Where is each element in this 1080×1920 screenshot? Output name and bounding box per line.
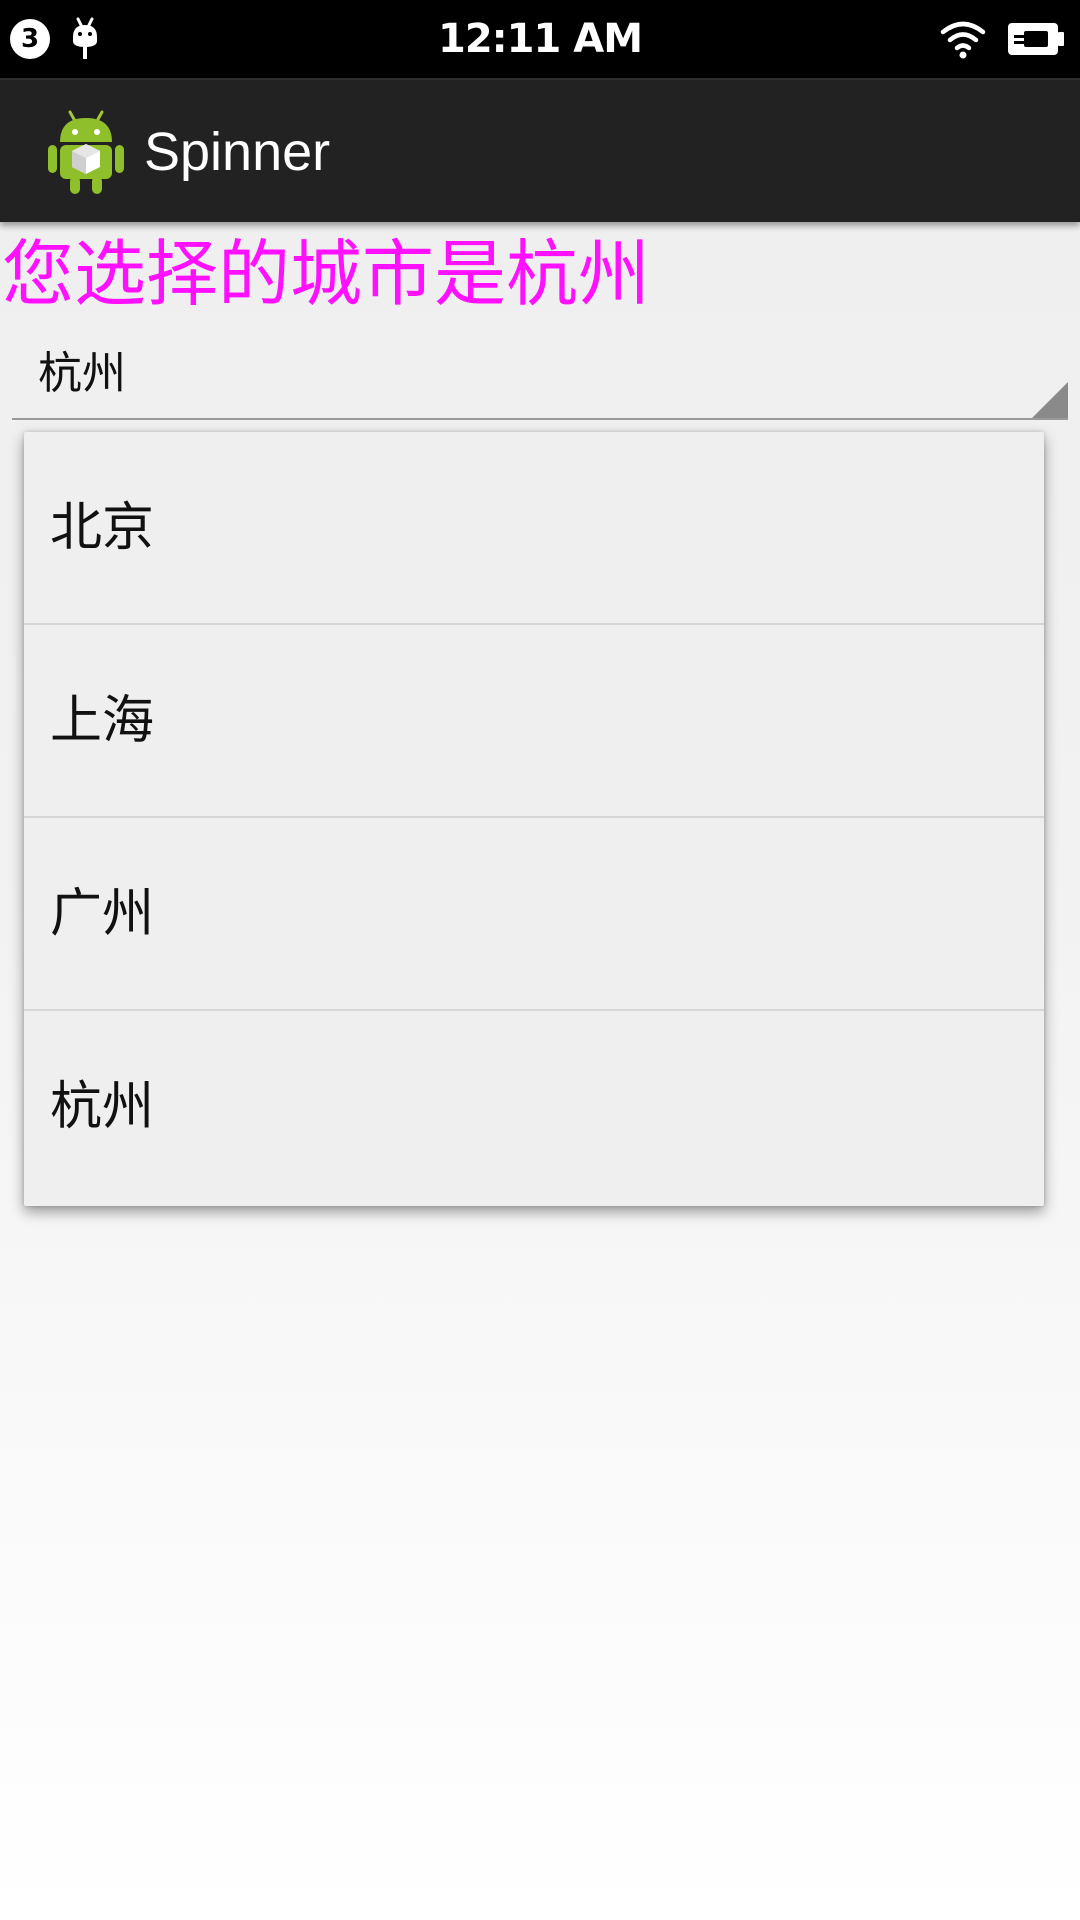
dropdown-item-label: 杭州 bbox=[50, 1077, 155, 1137]
app-title: Spinner bbox=[144, 122, 331, 182]
wifi-icon bbox=[940, 19, 986, 59]
spinner-selected-value: 杭州 bbox=[38, 348, 126, 399]
dropdown-item-label: 北京 bbox=[50, 498, 155, 558]
dropdown-item-guangzhou[interactable]: 广州 bbox=[24, 818, 1044, 1011]
spinner-dropdown-arrow-icon bbox=[1032, 382, 1068, 418]
android-app-icon[interactable] bbox=[46, 108, 126, 196]
city-spinner[interactable]: 杭州 bbox=[12, 338, 1068, 420]
status-time: 12:11 AM bbox=[437, 16, 643, 62]
action-bar: Spinner bbox=[0, 78, 1080, 222]
status-right-group bbox=[940, 16, 1066, 62]
dropdown-item-beijing[interactable]: 北京 bbox=[24, 432, 1044, 625]
status-bar: 3 12:11 AM bbox=[0, 0, 1080, 78]
spinner-dropdown-list: 北京 上海 广州 杭州 bbox=[24, 432, 1044, 1206]
dropdown-item-label: 上海 bbox=[50, 691, 155, 751]
dropdown-item-shanghai[interactable]: 上海 bbox=[24, 625, 1044, 818]
selected-city-result: 您选择的城市是杭州 bbox=[2, 232, 651, 316]
battery-charging-icon bbox=[1006, 19, 1066, 59]
dropdown-item-label: 广州 bbox=[50, 884, 155, 944]
dropdown-item-hangzhou[interactable]: 杭州 bbox=[24, 1011, 1044, 1204]
